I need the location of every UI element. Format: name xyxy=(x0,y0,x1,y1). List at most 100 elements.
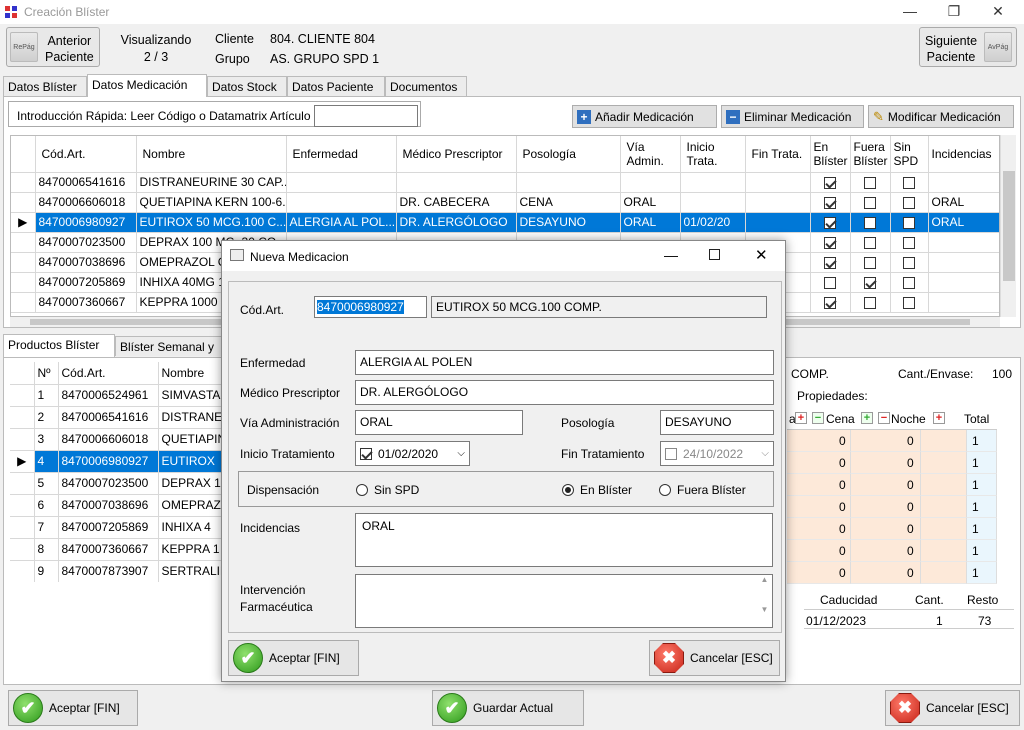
col-header-doctor[interactable]: Médico Prescriptor xyxy=(396,136,517,173)
row-indicator[interactable] xyxy=(11,292,36,313)
col-header-no-spd[interactable]: Sin SPD xyxy=(890,136,929,173)
schedule-value[interactable]: 1 xyxy=(972,500,979,514)
table-row[interactable]: 8 8470007360667 KEPPRA 1 xyxy=(10,538,240,561)
cell-nospd-checkbox[interactable] xyxy=(890,292,929,313)
cell-nospd-checkbox[interactable] xyxy=(890,272,929,293)
cell-code[interactable]: 8470007205869 xyxy=(35,272,137,293)
plus-icon[interactable]: + xyxy=(795,412,807,424)
row-indicator[interactable] xyxy=(10,472,35,495)
dosage-input[interactable]: DESAYUNO xyxy=(660,410,774,435)
incidents-textarea[interactable]: ORAL xyxy=(355,513,773,567)
row-indicator[interactable] xyxy=(10,516,35,539)
col-header-in-blister[interactable]: En Blíster xyxy=(810,136,851,173)
cell-n[interactable]: 9 xyxy=(34,560,59,582)
schedule-value[interactable]: 1 xyxy=(972,478,979,492)
close-icon[interactable]: ✕ xyxy=(988,2,1008,22)
cell-end[interactable] xyxy=(745,212,811,233)
cell-out-checkbox[interactable] xyxy=(850,192,891,213)
schedule-value[interactable]: 0 xyxy=(839,478,846,492)
cell-incidents[interactable] xyxy=(928,272,999,293)
tab-datos-medicacion[interactable]: Datos Medicación xyxy=(87,74,207,97)
cell-code[interactable]: 8470007205869 xyxy=(58,516,159,539)
cell-code[interactable]: 8470006524961 xyxy=(58,384,159,407)
cell-out-checkbox[interactable] xyxy=(850,292,891,313)
cell-incidents[interactable] xyxy=(928,252,999,273)
table-row[interactable]: 8470006606018 QUETIAPINA KERN 100-6... DR.… xyxy=(11,192,999,213)
schedule-value[interactable]: 0 xyxy=(907,566,914,580)
table-row[interactable]: ▶ 8470006980927 EUTIROX 50 MCG.100 C... ALE… xyxy=(11,212,999,233)
cell-in-checkbox[interactable] xyxy=(810,192,851,213)
quick-entry-input[interactable] xyxy=(314,105,418,127)
minus-icon[interactable]: − xyxy=(812,412,824,424)
row-indicator[interactable] xyxy=(11,272,36,293)
schedule-value[interactable]: 0 xyxy=(839,434,846,448)
cell-code[interactable]: 8470007873907 xyxy=(58,560,159,582)
cell-code[interactable]: 8470006980927 xyxy=(58,450,159,473)
schedule-value[interactable]: 0 xyxy=(907,434,914,448)
schedule-value[interactable]: 1 xyxy=(972,544,979,558)
disease-input[interactable]: ALERGIA AL POLEN xyxy=(355,350,774,375)
row-indicator[interactable] xyxy=(10,384,35,407)
cell-name[interactable]: QUETIAPINA KERN 100-6... xyxy=(136,192,287,213)
schedule-value[interactable]: 0 xyxy=(839,500,846,514)
cell-nospd-checkbox[interactable] xyxy=(890,172,929,193)
cell-disease[interactable]: ALERGIA AL POL... xyxy=(286,212,397,233)
row-indicator[interactable] xyxy=(11,232,36,253)
row-indicator[interactable] xyxy=(10,494,35,517)
cell-code[interactable]: 8470007023500 xyxy=(58,472,159,495)
plus-icon[interactable]: + xyxy=(861,412,873,424)
maximize-icon[interactable] xyxy=(709,249,720,260)
cell-code[interactable]: 8470007360667 xyxy=(58,538,159,561)
col-header-code[interactable]: Cód.Art. xyxy=(35,136,137,173)
cell-dosage[interactable]: DESAYUNO xyxy=(516,212,621,233)
cell-n[interactable]: 5 xyxy=(34,472,59,495)
start-treatment-date[interactable]: 01/02/2020 ⌵ xyxy=(355,441,470,466)
cell-code[interactable]: 8470007038696 xyxy=(58,494,159,517)
footer-save-button[interactable]: ✔ Guardar Actual xyxy=(432,690,584,726)
remove-medication-button[interactable]: − Eliminar Medicación xyxy=(721,105,864,128)
cell-n[interactable]: 4 xyxy=(34,450,59,473)
cell-code[interactable]: 8470006606018 xyxy=(58,428,159,451)
row-indicator[interactable] xyxy=(11,172,36,193)
cell-route[interactable]: ORAL xyxy=(620,192,681,213)
end-treatment-date[interactable]: 24/10/2022 ⌵ xyxy=(660,441,774,466)
cell-n[interactable]: 7 xyxy=(34,516,59,539)
cell-doctor[interactable]: DR. ALERGÓLOGO xyxy=(396,212,517,233)
cell-start[interactable] xyxy=(680,172,746,193)
cell-nospd-checkbox[interactable] xyxy=(890,232,929,253)
table-row[interactable]: 7 8470007205869 INHIXA 4 xyxy=(10,516,240,539)
cell-doctor[interactable]: DR. CABECERA xyxy=(396,192,517,213)
schedule-value[interactable]: 0 xyxy=(907,478,914,492)
minus-icon[interactable]: − xyxy=(878,412,890,424)
cell-n[interactable]: 2 xyxy=(34,406,59,429)
minimize-icon[interactable]: — xyxy=(664,247,678,263)
cell-in-checkbox[interactable] xyxy=(810,172,851,193)
cell-name[interactable]: DISTRANEURINE 30 CAP... xyxy=(136,172,287,193)
dialog-cancel-button[interactable]: ✖ Cancelar [ESC] xyxy=(649,640,780,676)
cell-disease[interactable] xyxy=(286,172,397,193)
cell-route[interactable]: ORAL xyxy=(620,212,681,233)
schedule-value[interactable]: 0 xyxy=(839,544,846,558)
code-input[interactable]: 8470006980927 xyxy=(314,296,427,318)
schedule-value[interactable]: 1 xyxy=(972,456,979,470)
row-indicator[interactable] xyxy=(11,192,36,213)
schedule-value[interactable]: 0 xyxy=(907,544,914,558)
end-date-checkbox[interactable] xyxy=(665,447,677,460)
tab-datos-paciente[interactable]: Datos Paciente xyxy=(287,76,385,96)
schedule-value[interactable]: 0 xyxy=(839,456,846,470)
row-indicator[interactable] xyxy=(10,406,35,429)
route-input[interactable]: ORAL xyxy=(355,410,523,435)
cell-incidents[interactable] xyxy=(928,172,999,193)
medication-grid-vscroll[interactable] xyxy=(1000,135,1016,317)
modify-medication-button[interactable]: ✎ Modificar Medicación xyxy=(868,105,1014,128)
cell-in-checkbox[interactable] xyxy=(810,272,851,293)
cell-in-checkbox[interactable] xyxy=(810,292,851,313)
cell-code[interactable]: 8470007360667 xyxy=(35,292,137,313)
cell-name[interactable]: EUTIROX 50 MCG.100 C... xyxy=(136,212,287,233)
cell-out-checkbox[interactable] xyxy=(850,272,891,293)
schedule-value[interactable]: 1 xyxy=(972,522,979,536)
row-indicator[interactable] xyxy=(10,428,35,451)
radio-no-spd[interactable]: Sin SPD xyxy=(356,483,419,497)
col-header-start[interactable]: Inicio Trata. xyxy=(680,136,746,173)
doctor-input[interactable]: DR. ALERGÓLOGO xyxy=(355,380,774,405)
